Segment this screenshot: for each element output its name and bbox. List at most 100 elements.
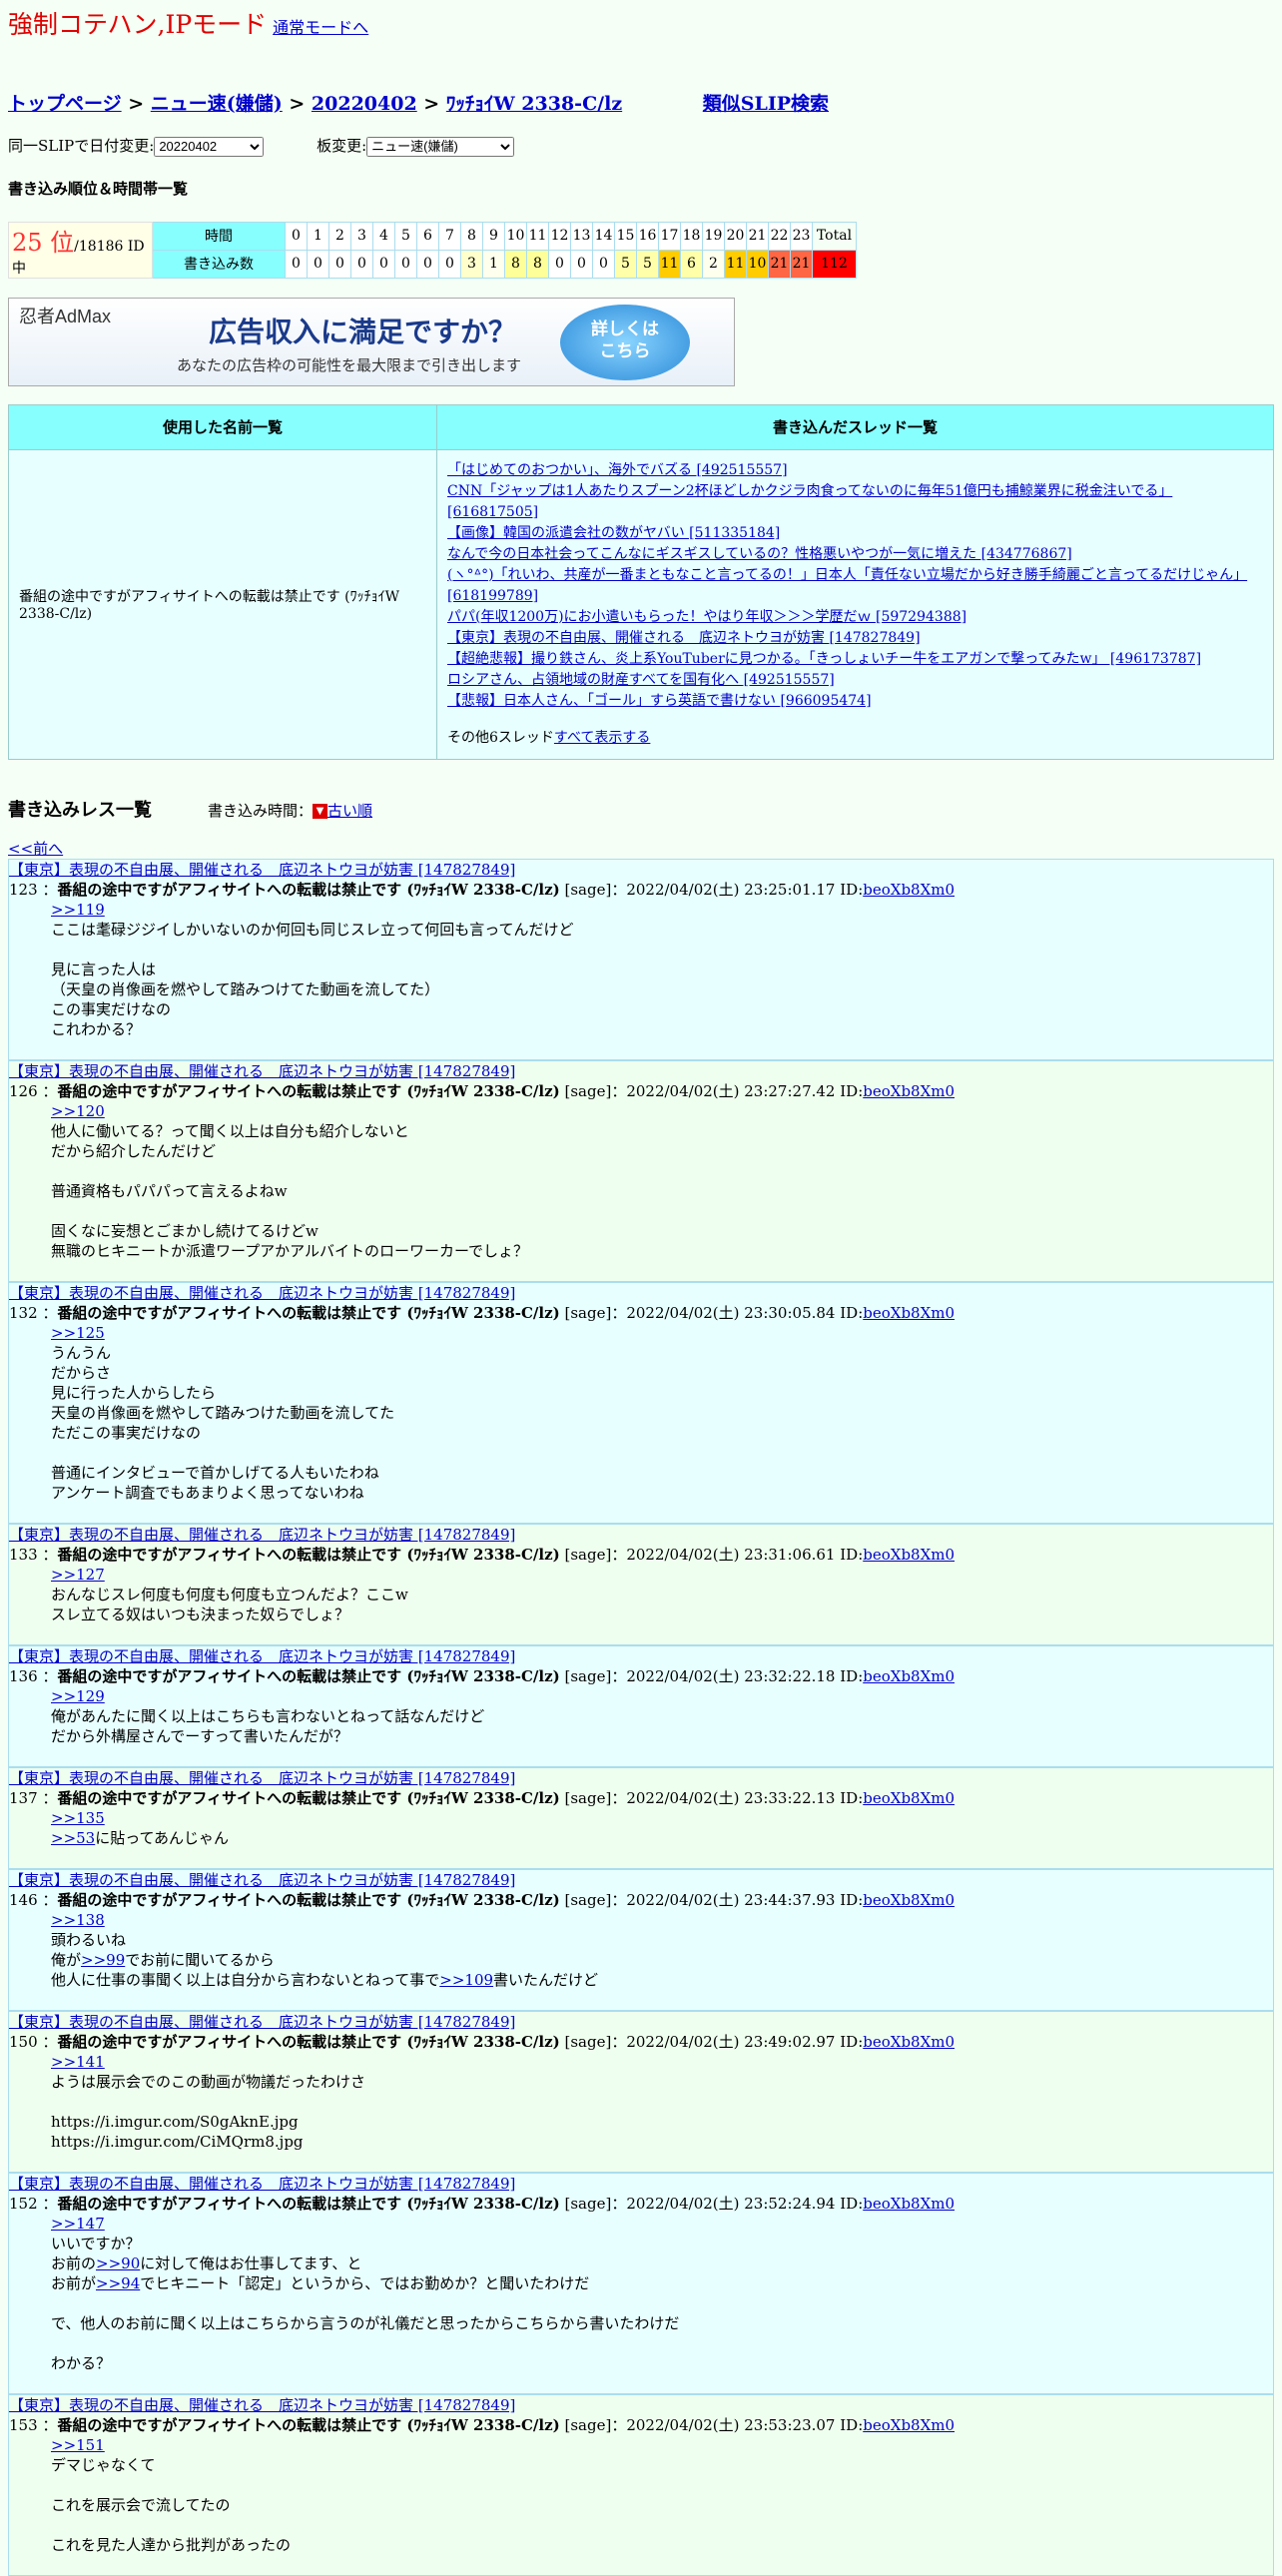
sort-down-icon[interactable]: ▼ <box>313 804 328 819</box>
reply-anchor-link[interactable]: >>151 <box>51 2436 105 2454</box>
hour-header-cell: 17 <box>658 221 681 251</box>
reply-anchor-link[interactable]: >>147 <box>51 2215 105 2233</box>
post: 【東京】表現の不自由展、開催される 底辺ネトウヨが妨害 [147827849] 1… <box>8 1059 1274 1282</box>
hour-header-cell: 22 <box>768 221 791 251</box>
post-author-name: 番組の途中ですがアフィサイトへの転載は禁止です (ﾜｯﾁｮｲW 2338-C/l… <box>57 1545 560 1564</box>
hour-header-cell: 6 <box>416 221 439 251</box>
rank-heading: 書き込み順位＆時間帯一覧 <box>8 179 189 198</box>
post-number: 132 <box>9 1303 38 1322</box>
post-thread-link[interactable]: 【東京】表現の不自由展、開催される 底辺ネトウヨが妨害 [147827849] <box>9 2174 1273 2194</box>
post-id-link[interactable]: beoXb8Xm0 <box>863 1082 955 1100</box>
thread-link[interactable]: パパ(年収1200万)にお小遣いもらった！やはり年収＞＞＞学歴だｗ [59729… <box>447 609 966 625</box>
thread-link[interactable]: 【東京】表現の不自由展、開催される 底辺ネトウヨが妨害 [147827849] <box>447 630 921 646</box>
reply-anchor-link[interactable]: >>119 <box>51 901 105 919</box>
show-all-threads-link[interactable]: すべて表示する <box>554 730 650 746</box>
post-thread-link[interactable]: 【東京】表現の不自由展、開催される 底辺ネトウヨが妨害 [147827849] <box>9 860 1273 880</box>
post-body: >>135 >>53に貼ってあんじゃん <box>51 1808 230 1847</box>
hour-count-cell: 6 <box>680 249 703 279</box>
post-list: 【東京】表現の不自由展、開催される 底辺ネトウヨが妨害 [147827849] 1… <box>8 858 1274 2576</box>
more-threads-text: その他6スレッド <box>447 729 554 746</box>
post-body: >>147 いいですか？ お前の>>90に対して俺はお仕事してます、と お前が>… <box>51 2214 680 2372</box>
post: 【東京】表現の不自由展、開催される 底辺ネトウヨが妨害 [147827849] 1… <box>8 1644 1274 1767</box>
post-id-link[interactable]: beoXb8Xm0 <box>863 1667 955 1685</box>
post-thread-link[interactable]: 【東京】表現の不自由展、開催される 底辺ネトウヨが妨害 [147827849] <box>9 1646 1273 1666</box>
thread-link[interactable]: 【超絶悲報】撮り鉄さん、炎上系YouTuberに見つかる。「きっしょいチー牛をエ… <box>447 651 1201 667</box>
thread-link[interactable]: 【画像】韓国の派遣会社の数がヤバい [511335184] <box>447 525 780 541</box>
reply-anchor-link[interactable]: >>120 <box>51 1102 105 1120</box>
reply-anchor-link[interactable]: >>94 <box>96 2274 140 2292</box>
post-number: 123 <box>9 880 38 899</box>
thread-link[interactable]: (ヽ°ᐞ°)「れいわ、共産が一番まともなこと言ってるの！」日本人「責任ない立場だ… <box>447 567 1247 604</box>
reply-anchor-link[interactable]: >>138 <box>51 1911 105 1929</box>
reply-anchor-link[interactable]: >>135 <box>51 1809 105 1827</box>
post-header: 137 ：番組の途中ですがアフィサイトへの転載は禁止です (ﾜｯﾁｮｲW 233… <box>9 1788 956 1807</box>
post-id-link[interactable]: beoXb8Xm0 <box>863 1304 955 1322</box>
normal-mode-link[interactable]: 通常モードへ <box>273 18 368 37</box>
post-body: >>141 ようは展示会でのこの動画が物議だったわけさ https://i.im… <box>51 2052 366 2151</box>
hour-header-cell: 4 <box>372 221 395 251</box>
post-number: 133 <box>9 1545 38 1564</box>
post-thread-link[interactable]: 【東京】表現の不自由展、開催される 底辺ネトウヨが妨害 [147827849] <box>9 1870 1273 1890</box>
reply-anchor-link[interactable]: >>127 <box>51 1566 105 1584</box>
reply-anchor-link[interactable]: >>141 <box>51 2053 105 2071</box>
post-meta: [sage]：2022/04/02(土) 23:44:37.93 ID: <box>564 1890 864 1909</box>
breadcrumb: トップページ > ニュー速(嫌儲) > 20220402 > ﾜｯﾁｮｲW 23… <box>8 93 830 115</box>
post-id-link[interactable]: beoXb8Xm0 <box>863 1789 955 1807</box>
ad-details-button[interactable]: 詳しくは こちら <box>560 304 690 380</box>
post-header: 123 ：番組の途中ですがアフィサイトへの転載は禁止です (ﾜｯﾁｮｲW 233… <box>9 880 956 899</box>
hour-header-cell: 12 <box>548 221 571 251</box>
hour-count-cell: 0 <box>372 249 395 279</box>
thread-link[interactable]: ロシアさん、占領地域の財産すべてを国有化へ [492515557] <box>447 672 835 688</box>
sort-oldest-link[interactable]: 古い順 <box>327 802 372 820</box>
time-row-label: 時間 <box>152 221 286 251</box>
breadcrumb-board-link[interactable]: ニュー速(嫌儲) <box>151 93 283 115</box>
reply-anchor-link[interactable]: >>99 <box>81 1951 125 1969</box>
threads-column-header: 書き込んだスレッド一覧 <box>436 403 1274 450</box>
post-id-link[interactable]: beoXb8Xm0 <box>863 2416 955 2434</box>
post-author-name: 番組の途中ですがアフィサイトへの転載は禁止です (ﾜｯﾁｮｲW 2338-C/l… <box>57 1081 560 1100</box>
post-thread-link[interactable]: 【東京】表現の不自由展、開催される 底辺ネトウヨが妨害 [147827849] <box>9 1283 1273 1303</box>
date-select[interactable]: 20220402 <box>154 136 265 157</box>
breadcrumb-date-link[interactable]: 20220402 <box>312 93 417 115</box>
reply-anchor-link[interactable]: >>53 <box>51 1829 95 1847</box>
breadcrumb-slip-link[interactable]: ﾜｯﾁｮｲW 2338-C/lz <box>446 93 622 115</box>
hour-header-cell: 9 <box>482 221 505 251</box>
reply-anchor-link[interactable]: >>129 <box>51 1687 105 1705</box>
responses-heading: 書き込みレス一覧 書き込み時間： ▼ 古い順 <box>8 796 1274 822</box>
post-body: >>151 デマじゃなくて これを展示会で流してたの これを見た人達から批判があ… <box>51 2435 292 2554</box>
reply-anchor-link[interactable]: >>90 <box>96 2254 140 2272</box>
post-id-link[interactable]: beoXb8Xm0 <box>863 2033 955 2051</box>
thread-link[interactable]: なんで今の日本社会ってこんなにギスギスしているの？性格悪いやつが一気に増えた [… <box>447 546 1072 562</box>
post-header: 132 ：番組の途中ですがアフィサイトへの転載は禁止です (ﾜｯﾁｮｲW 233… <box>9 1303 956 1322</box>
post-thread-link[interactable]: 【東京】表現の不自由展、開催される 底辺ネトウヨが妨害 [147827849] <box>9 2012 1273 2032</box>
hour-count-cell: 11 <box>658 249 681 279</box>
reply-anchor-link[interactable]: >>125 <box>51 1324 105 1342</box>
breadcrumb-top-link[interactable]: トップページ <box>8 93 122 115</box>
post-thread-link[interactable]: 【東京】表現の不自由展、開催される 底辺ネトウヨが妨害 [147827849] <box>9 1061 1273 1081</box>
board-select[interactable]: ニュー速(嫌儲) <box>366 136 515 157</box>
hour-count-cell: 0 <box>307 249 329 279</box>
post-body: >>138 頭わるいね 俺が>>99でお前に聞いてるから 他人に仕事の事聞く以上… <box>51 1910 599 1989</box>
thread-link[interactable]: CNN「ジャップは1人あたりスプーン2杯ほどしかクジラ肉食ってないのに毎年51億… <box>447 483 1172 520</box>
thread-link[interactable]: 「はじめてのおつかい」、海外でバズる [492515557] <box>447 462 788 478</box>
post-id-link[interactable]: beoXb8Xm0 <box>863 2195 955 2213</box>
post-id-link[interactable]: beoXb8Xm0 <box>863 1546 955 1564</box>
thread-link[interactable]: 【悲報】日本人さん、「ゴール」すら英語で書けない [966095474] <box>447 693 872 709</box>
post-header: 133 ：番組の途中ですがアフィサイトへの転載は禁止です (ﾜｯﾁｮｲW 233… <box>9 1545 956 1564</box>
post-header: 152 ：番組の途中ですがアフィサイトへの転載は禁止です (ﾜｯﾁｮｲW 233… <box>9 2194 956 2213</box>
reply-anchor-link[interactable]: >>109 <box>439 1971 493 1989</box>
sort-label: 書き込み時間： <box>208 801 314 820</box>
post: 【東京】表現の不自由展、開催される 底辺ネトウヨが妨害 [147827849] 1… <box>8 858 1274 1060</box>
hour-header-cell: Total <box>812 221 857 251</box>
ad-banner[interactable]: 忍者AdMax 広告収入に満足ですか？ あなたの広告枠の可能性を最大限まで引き出… <box>8 297 735 386</box>
post-id-link[interactable]: beoXb8Xm0 <box>863 1891 955 1909</box>
post-thread-link[interactable]: 【東京】表現の不自由展、開催される 底辺ネトウヨが妨害 [147827849] <box>9 2395 1273 2415</box>
prev-page-link[interactable]: <<前へ <box>8 840 63 858</box>
hour-header-cell: 0 <box>285 221 308 251</box>
post-header: 126 ：番組の途中ですがアフィサイトへの転載は禁止です (ﾜｯﾁｮｲW 233… <box>9 1081 956 1100</box>
similar-slip-search-link[interactable]: 類似SLIP検索 <box>703 93 829 115</box>
post-thread-link[interactable]: 【東京】表現の不自由展、開催される 底辺ネトウヨが妨害 [147827849] <box>9 1768 1273 1788</box>
post-thread-link[interactable]: 【東京】表現の不自由展、開催される 底辺ネトウヨが妨害 [147827849] <box>9 1525 1273 1545</box>
post-id-link[interactable]: beoXb8Xm0 <box>863 881 955 899</box>
hour-count-cell: 5 <box>614 249 637 279</box>
